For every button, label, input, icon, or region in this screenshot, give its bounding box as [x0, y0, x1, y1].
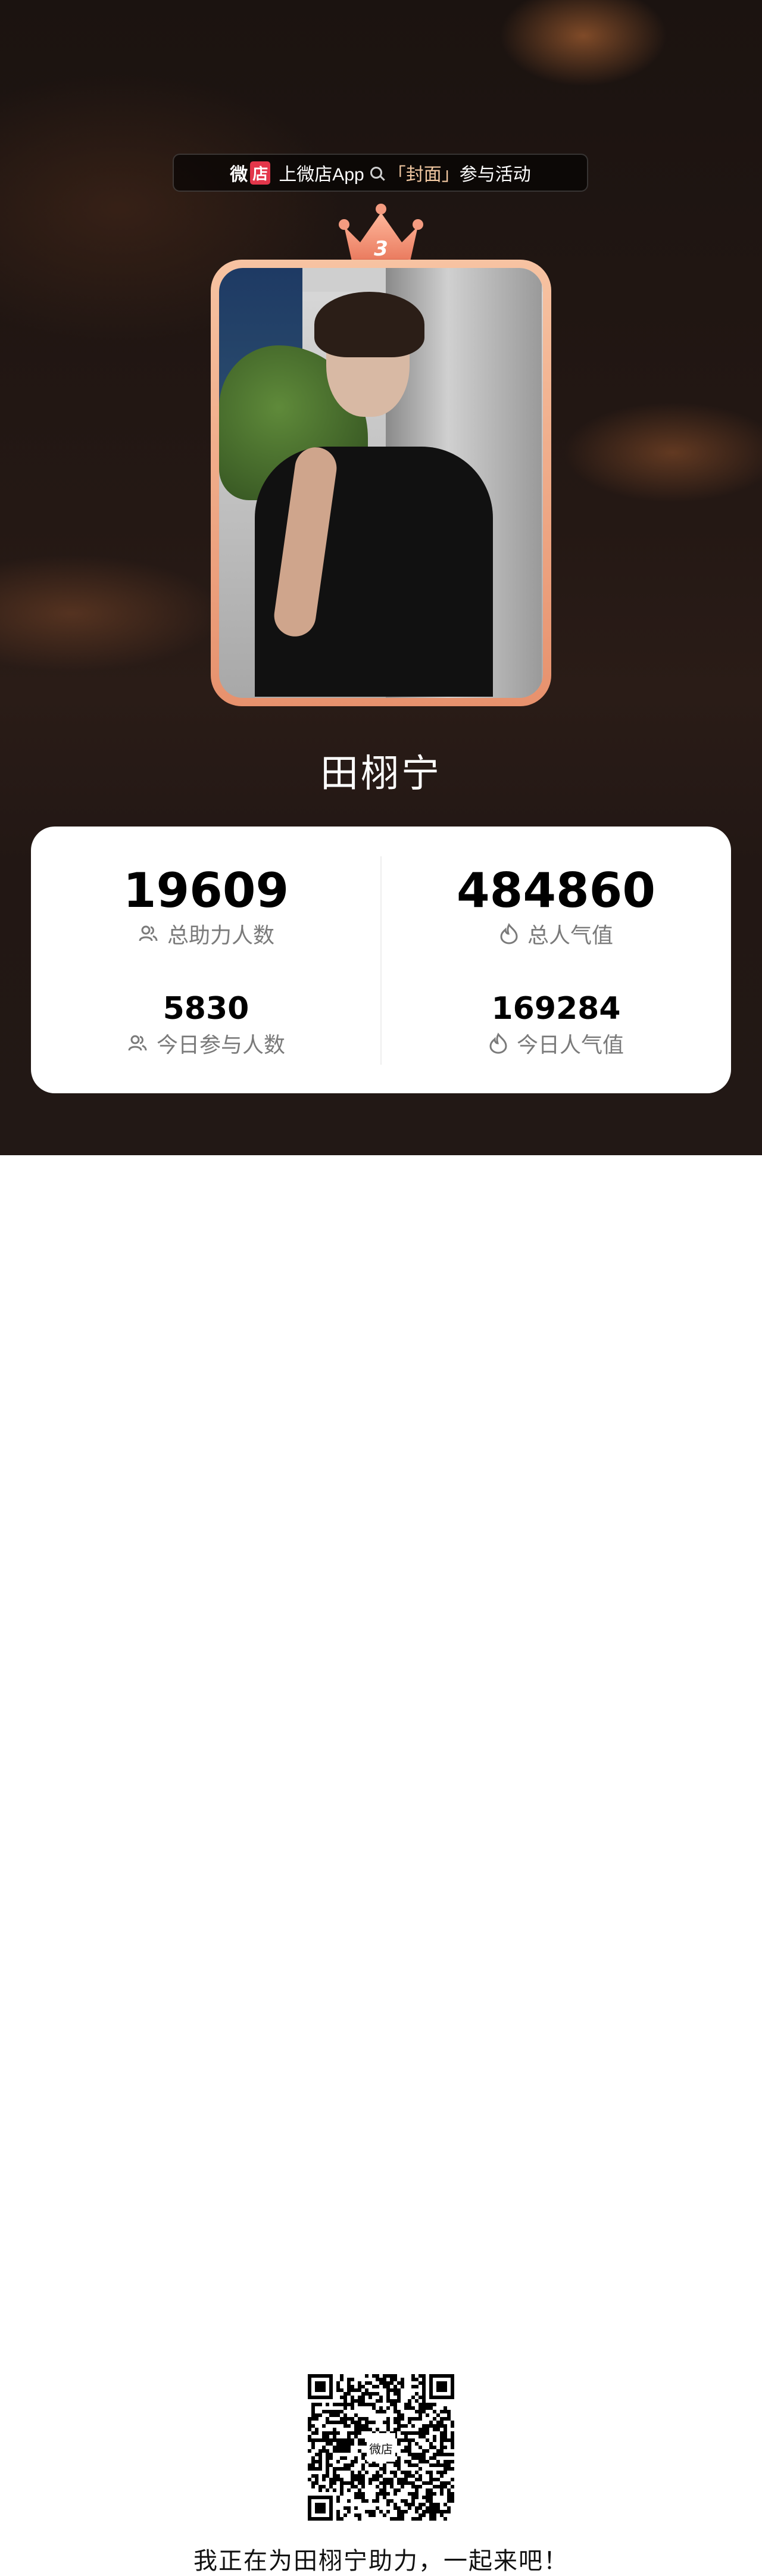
avatar-photo [219, 268, 543, 698]
stat-value: 5830 [163, 991, 249, 1027]
stat-today-participants: 5830 今日参与人数 [31, 990, 381, 1059]
people-icon [139, 925, 158, 941]
profile-name: 田栩宁 [320, 752, 442, 795]
avatar-frame [211, 260, 551, 706]
share-message: 我正在为田栩宁助力，一起来吧！ [193, 2548, 569, 2574]
hero-section: 微 店 上微店App 「 封面 」 参与活动 3 田栩宁 19609 总助力人数… [0, 0, 762, 1155]
stat-label: 总助力人数 [167, 923, 274, 947]
banner-text-prefix: 上微店App [279, 165, 364, 185]
stat-label: 今日人气值 [516, 1033, 624, 1057]
people-icon [128, 1035, 147, 1051]
search-icon [370, 167, 382, 179]
banner-text-suffix: 参与活动 [459, 165, 531, 185]
stat-total-helpers: 19609 总助力人数 [31, 863, 381, 949]
page: 微 店 上微店App 「 封面 」 参与活动 3 田栩宁 19609 总助力人数… [0, 0, 762, 2574]
stat-label: 总人气值 [527, 923, 613, 947]
stat-total-popularity: 484860 总人气值 [381, 863, 731, 949]
stat-today-popularity: 169284 今日人气值 [381, 990, 731, 1059]
stats-card: 19609 总助力人数 484860 总人气值 5830 今日参与人数 1692… [31, 827, 731, 1093]
stat-label: 今日参与人数 [156, 1033, 285, 1057]
weidian-logo-wei: 微 [230, 165, 248, 185]
flame-icon [500, 923, 518, 944]
qr-code[interactable]: 微店 [308, 2374, 454, 2521]
stat-value: 169284 [491, 991, 621, 1027]
qr-logo: 微店 [369, 2443, 393, 2456]
banner-keyword: 封面 [405, 165, 442, 185]
stat-value: 19609 [123, 863, 289, 918]
activity-banner[interactable]: 微 店 上微店App 「 封面 」 参与活动 [173, 154, 588, 192]
banner-bracket-open: 「 [388, 165, 406, 185]
flame-icon [489, 1033, 507, 1054]
banner-bracket-close: 」 [441, 165, 460, 185]
weidian-logo-dian: 店 [250, 161, 271, 185]
share-footer: 微店 我正在为田栩宁助力，一起来吧！ [0, 1155, 762, 2574]
rank-number: 3 [374, 237, 388, 261]
stat-value: 484860 [457, 863, 655, 918]
